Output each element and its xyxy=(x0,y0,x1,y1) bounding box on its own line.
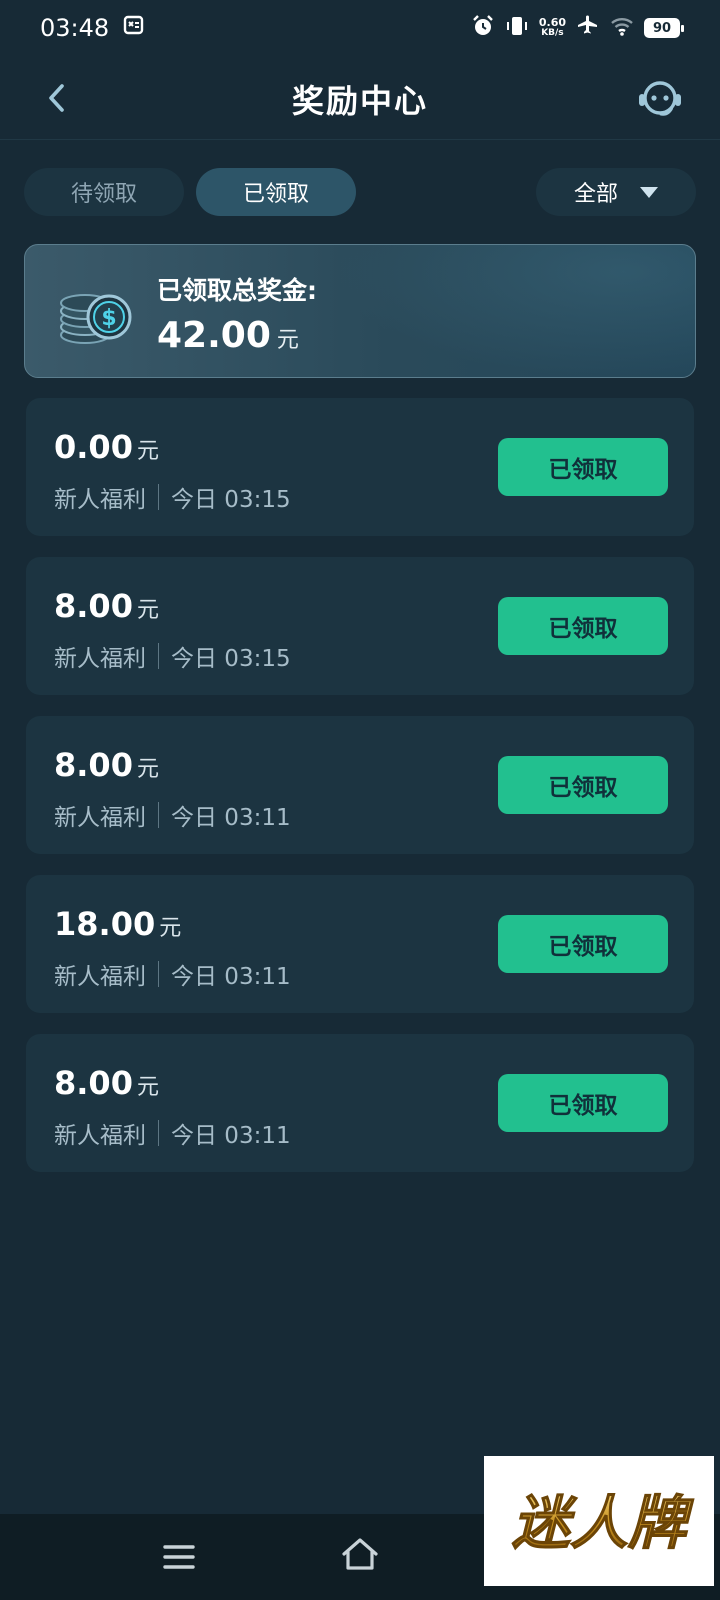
reward-type: 新人福利 xyxy=(54,805,146,831)
filter-selected-label: 全部 xyxy=(573,182,618,207)
reward-time: 今日 03:15 xyxy=(171,487,291,513)
reward-amount-value: 8.00 xyxy=(54,1064,133,1102)
reward-amount-unit: 元 xyxy=(159,916,182,941)
reward-item: 0.00 元 新人福利 今日 03:15 已领取 xyxy=(26,398,694,536)
airplane-mode-icon xyxy=(576,14,600,42)
reward-amount-value: 0.00 xyxy=(54,428,133,466)
total-reward-summary: $ 已领取总奖金: 42.00 元 xyxy=(24,244,696,378)
reward-amount-value: 18.00 xyxy=(54,905,156,943)
reward-amount: 8.00 元 xyxy=(54,1064,159,1102)
reward-amount: 0.00 元 xyxy=(54,428,159,466)
reward-item: 18.00 元 新人福利 今日 03:11 已领取 xyxy=(26,875,694,1013)
reward-meta: 新人福利 今日 03:11 xyxy=(54,1116,291,1150)
reward-type: 新人福利 xyxy=(54,1123,146,1149)
app-notification-icon xyxy=(123,14,145,42)
reward-meta: 新人福利 今日 03:11 xyxy=(54,957,291,991)
headset-icon xyxy=(639,81,681,116)
meta-divider xyxy=(158,961,159,987)
svg-text:迷人牌: 迷人牌 xyxy=(512,1489,694,1557)
network-speed: 0.60 KB/s xyxy=(539,17,566,39)
claimed-button[interactable]: 已领取 xyxy=(498,1074,668,1132)
network-speed-value: 0.60 xyxy=(538,16,566,29)
reward-amount-unit: 元 xyxy=(136,757,159,782)
reward-time: 今日 03:11 xyxy=(171,805,291,831)
page-title: 奖励中心 xyxy=(291,82,428,120)
svg-text:$: $ xyxy=(101,306,116,331)
reward-meta: 新人福利 今日 03:11 xyxy=(54,798,291,832)
reward-time: 今日 03:15 xyxy=(171,646,291,672)
tab-pending[interactable]: 待领取 xyxy=(24,168,184,216)
status-bar: 03:48 0.60 KB/s 90 xyxy=(0,0,720,56)
meta-divider xyxy=(158,643,159,669)
reward-item: 8.00 元 新人福利 今日 03:15 已领取 xyxy=(26,557,694,695)
wifi-icon xyxy=(610,15,634,41)
summary-label: 已领取总奖金: xyxy=(157,276,317,305)
header: 奖励中心 xyxy=(0,56,720,140)
menu-button[interactable] xyxy=(162,1542,196,1572)
reward-type: 新人福利 xyxy=(54,964,146,990)
reward-amount-value: 8.00 xyxy=(54,746,133,784)
reward-meta: 新人福利 今日 03:15 xyxy=(54,639,291,673)
status-time: 03:48 xyxy=(40,14,110,42)
filter-dropdown[interactable]: 全部 xyxy=(536,168,696,216)
summary-amount-value: 42.00 xyxy=(157,315,271,356)
home-button[interactable] xyxy=(340,1534,380,1574)
summary-amount: 42.00 元 xyxy=(157,315,299,356)
watermark-logo: 迷人牌 xyxy=(484,1456,714,1586)
watermark-logo-image: 迷人牌 xyxy=(511,1488,694,1557)
reward-type: 新人福利 xyxy=(54,646,146,672)
vibrate-icon xyxy=(505,14,529,42)
reward-time: 今日 03:11 xyxy=(171,964,291,990)
meta-divider xyxy=(158,1120,159,1146)
reward-amount-unit: 元 xyxy=(136,1075,159,1100)
reward-amount: 8.00 元 xyxy=(54,746,159,784)
alarm-icon xyxy=(471,14,495,42)
reward-meta: 新人福利 今日 03:15 xyxy=(54,480,291,514)
reward-item: 8.00 元 新人福利 今日 03:11 已领取 xyxy=(26,1034,694,1172)
claimed-button[interactable]: 已领取 xyxy=(498,915,668,973)
reward-item: 8.00 元 新人福利 今日 03:11 已领取 xyxy=(26,716,694,854)
reward-amount: 8.00 元 xyxy=(54,587,159,625)
reward-amount-value: 8.00 xyxy=(54,587,133,625)
reward-amount-unit: 元 xyxy=(136,598,159,623)
network-speed-unit: KB/s xyxy=(541,28,564,38)
claimed-button[interactable]: 已领取 xyxy=(498,756,668,814)
menu-icon xyxy=(163,1545,195,1569)
reward-amount: 18.00 元 xyxy=(54,905,181,943)
tab-claimed[interactable]: 已领取 xyxy=(196,168,356,216)
battery-indicator: 90 xyxy=(644,18,684,38)
home-icon xyxy=(342,1538,378,1570)
claimed-button[interactable]: 已领取 xyxy=(498,438,668,496)
reward-amount-unit: 元 xyxy=(136,439,159,464)
reward-time: 今日 03:11 xyxy=(171,1123,291,1149)
caret-down-icon xyxy=(640,186,658,198)
claimed-button[interactable]: 已领取 xyxy=(498,597,668,655)
summary-amount-unit: 元 xyxy=(276,328,299,353)
customer-service-button[interactable] xyxy=(636,74,684,122)
meta-divider xyxy=(158,484,159,510)
meta-divider xyxy=(158,802,159,828)
coin-stack-icon: $ xyxy=(55,281,137,347)
reward-type: 新人福利 xyxy=(54,487,146,513)
